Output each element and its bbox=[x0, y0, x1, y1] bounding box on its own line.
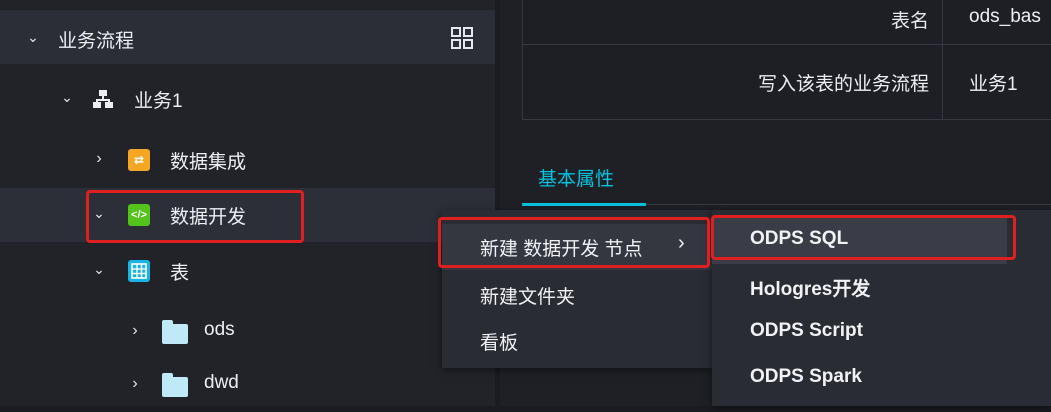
detail-key-business: 写入该表的业务流程 bbox=[757, 74, 929, 95]
tree-item-table[interactable]: ⌄ 表 bbox=[0, 244, 495, 298]
detail-key-cell: 表名 bbox=[522, 0, 944, 46]
submenu-item-hologres[interactable]: Hologres开发 bbox=[750, 274, 870, 301]
chevron-right-icon[interactable]: › bbox=[128, 376, 142, 392]
grid-icon[interactable] bbox=[450, 26, 474, 50]
table-icon bbox=[128, 260, 150, 282]
sidebar-header-label: 业务流程 bbox=[58, 31, 135, 52]
detail-value-table-name: ods_bas bbox=[969, 6, 1041, 27]
chevron-right-icon[interactable]: › bbox=[92, 151, 106, 167]
chevron-down-icon[interactable]: ⌄ bbox=[26, 30, 40, 44]
highlight-box bbox=[86, 190, 304, 243]
folder-icon bbox=[162, 320, 188, 344]
folder-icon bbox=[162, 373, 188, 397]
detail-value-cell: 业务1 bbox=[942, 44, 1051, 120]
sidebar-header[interactable]: ⌄ 业务流程 bbox=[0, 10, 495, 64]
tree-item-table-label: 表 bbox=[170, 263, 190, 284]
tree-item-ods-label: ods bbox=[204, 319, 235, 340]
arrows-swap-icon: ⇄ bbox=[128, 149, 150, 171]
chevron-right-icon[interactable]: › bbox=[128, 323, 142, 339]
highlight-box bbox=[711, 215, 1016, 260]
tab-underline bbox=[522, 203, 646, 206]
detail-value-cell: ods_bas bbox=[942, 0, 1051, 46]
tree-item-dwd[interactable]: › dwd bbox=[0, 358, 495, 412]
detail-value-business: 业务1 bbox=[969, 74, 1018, 95]
tree-item-ods[interactable]: › ods bbox=[0, 305, 495, 359]
chevron-down-icon[interactable]: ⌄ bbox=[60, 90, 74, 104]
tab-basic-properties[interactable]: 基本属性 bbox=[538, 164, 614, 191]
tree-item-business[interactable]: ⌄ 业务1 bbox=[0, 72, 495, 126]
tree-item-dwd-label: dwd bbox=[204, 372, 239, 393]
detail-key-table-name: 表名 bbox=[890, 11, 929, 32]
submenu-item-odps-spark[interactable]: ODPS Spark bbox=[750, 366, 862, 388]
flow-icon bbox=[92, 89, 114, 109]
tab-divider bbox=[646, 204, 1051, 205]
menu-item-kanban[interactable]: 看板 bbox=[480, 328, 518, 355]
tree-item-integration[interactable]: › ⇄ 数据集成 bbox=[0, 133, 495, 187]
submenu-item-odps-script[interactable]: ODPS Script bbox=[750, 320, 863, 342]
detail-key-cell: 写入该表的业务流程 bbox=[522, 44, 944, 120]
tree-item-integration-label: 数据集成 bbox=[170, 152, 247, 173]
menu-item-new-folder[interactable]: 新建文件夹 bbox=[480, 282, 575, 309]
highlight-box bbox=[438, 217, 710, 268]
tree-item-business-label: 业务1 bbox=[134, 91, 183, 112]
chevron-down-icon[interactable]: ⌄ bbox=[92, 262, 106, 276]
